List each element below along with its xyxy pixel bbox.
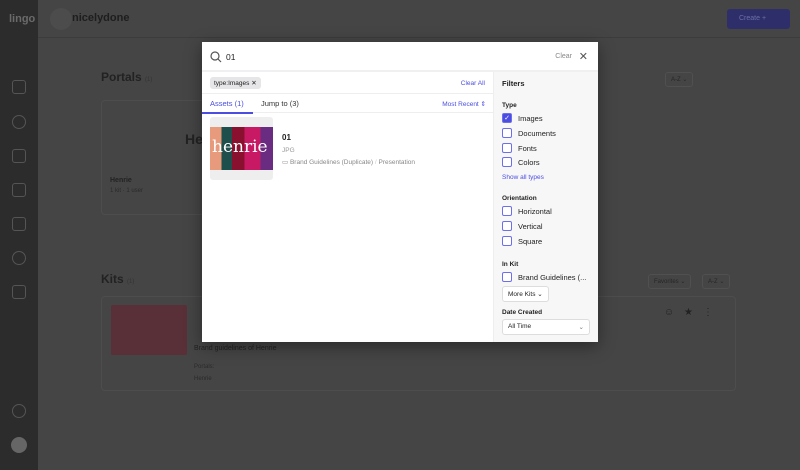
filter-chip-label: type:Images: [214, 80, 250, 87]
checkbox-square[interactable]: Square: [502, 236, 542, 246]
more-kits-dropdown[interactable]: More Kits ⌄: [502, 286, 549, 302]
portals-count: (1): [145, 77, 153, 83]
kits-heading: Kits (1): [101, 272, 134, 286]
kits-icon[interactable]: [12, 149, 26, 163]
remove-chip-icon[interactable]: ✕: [251, 80, 256, 87]
result-thumbnail: henrie: [210, 117, 273, 180]
checkbox-label: Square: [518, 236, 543, 246]
result-title: 01: [282, 133, 291, 142]
help-icon[interactable]: [12, 404, 26, 418]
billing-icon[interactable]: [12, 285, 26, 299]
portals-title: Portals: [101, 70, 142, 84]
date-value: All Time: [508, 323, 532, 330]
thumbnail-text: henrie: [212, 137, 268, 157]
checkbox-icon[interactable]: [502, 221, 512, 231]
sort-dropdown[interactable]: Most Recent ⇕: [442, 100, 486, 108]
kit-portal-tag[interactable]: Henrie: [194, 376, 212, 382]
kit-icon: ▭: [282, 159, 289, 166]
kit-thumbnail: [111, 305, 187, 355]
portals-heading: Portals (1): [101, 70, 152, 84]
search-modal: 01 Clear ✕ type:Images ✕ Clear All Asset…: [202, 42, 598, 342]
kits-count: (1): [127, 279, 135, 285]
clear-all-button[interactable]: Clear All: [461, 80, 485, 87]
kits-filter[interactable]: Favorites ⌄: [648, 274, 692, 289]
checkbox-brand-guidelines[interactable]: Brand Guidelines (...: [502, 272, 586, 282]
checkbox-label: Brand Guidelines (...: [518, 272, 587, 282]
checkbox-colors[interactable]: Colors: [502, 157, 540, 167]
logo: lingo: [9, 13, 36, 25]
result-path: ▭ Brand Guidelines (Duplicate) / Present…: [282, 158, 415, 166]
tab-assets[interactable]: Assets (1): [202, 99, 253, 114]
active-filters: type:Images ✕ Clear All: [202, 72, 493, 94]
avatar[interactable]: [11, 437, 27, 453]
checkbox-documents[interactable]: Documents: [502, 128, 556, 138]
checkbox-icon[interactable]: [502, 272, 512, 282]
more-icon[interactable]: ⋮: [703, 307, 723, 318]
portal-meta: 1 kit · 1 user: [110, 188, 144, 194]
kits-sort[interactable]: A-Z ⌄: [702, 274, 731, 289]
result-item[interactable]: henrie 01 JPG ▭ Brand Guidelines (Duplic…: [210, 117, 490, 181]
org-name: nicelydone: [72, 12, 130, 24]
clear-search-button[interactable]: Clear: [555, 53, 572, 60]
kit-description: Brand guidelines of Henrie: [194, 345, 277, 352]
search-icon[interactable]: [12, 115, 26, 129]
checkbox-vertical[interactable]: Vertical: [502, 221, 543, 231]
checkbox-label: Fonts: [518, 143, 537, 153]
tab-jump-to[interactable]: Jump to (3): [261, 99, 299, 108]
search-input[interactable]: 01: [226, 52, 235, 62]
path-separator: /: [374, 159, 377, 166]
result-section: Presentation: [378, 159, 416, 166]
star-icon[interactable]: ★: [684, 307, 703, 318]
portal-preview: He: [185, 131, 203, 147]
orientation-label: Orientation: [502, 195, 537, 202]
chevron-down-icon: ⌄: [578, 324, 584, 331]
filters-panel: Filters Type ✓ Images Documents Fonts Col…: [493, 72, 598, 342]
checkbox-icon[interactable]: [502, 143, 512, 153]
checkbox-icon[interactable]: [502, 206, 512, 216]
checkbox-images[interactable]: ✓ Images: [502, 113, 543, 123]
result-type: JPG: [282, 147, 295, 154]
result-kit: Brand Guidelines (Duplicate): [289, 159, 374, 166]
portal-name: Henrie: [110, 177, 132, 184]
result-tabs: Assets (1) Jump to (3) Most Recent ⇕: [202, 94, 493, 114]
search-icon: [210, 51, 222, 63]
checkbox-label: Horizontal: [518, 206, 552, 216]
share-icon[interactable]: ☺: [664, 307, 684, 318]
analytics-icon[interactable]: [12, 217, 26, 231]
portals-sort[interactable]: A-Z ⌄: [665, 72, 694, 87]
checkbox-fonts[interactable]: Fonts: [502, 143, 537, 153]
date-created-select[interactable]: All Time ⌄: [502, 319, 590, 335]
home-icon[interactable]: [12, 80, 26, 94]
checkbox-icon[interactable]: [502, 236, 512, 246]
checkbox-icon[interactable]: [502, 128, 512, 138]
checkbox-label: Documents: [518, 128, 556, 138]
settings-icon[interactable]: [12, 251, 26, 265]
filter-chip[interactable]: type:Images ✕: [210, 77, 261, 89]
type-label: Type: [502, 102, 517, 109]
checkbox-label: Vertical: [518, 221, 543, 231]
close-icon[interactable]: ✕: [579, 50, 588, 63]
kits-title: Kits: [101, 272, 124, 286]
users-icon[interactable]: [12, 183, 26, 197]
kit-actions[interactable]: ☺★⋮: [664, 307, 723, 318]
checkbox-horizontal[interactable]: Horizontal: [502, 206, 552, 216]
create-button[interactable]: Create +: [727, 9, 790, 29]
results-pane: type:Images ✕ Clear All Assets (1) Jump …: [202, 72, 493, 342]
sidebar: lingo: [0, 0, 38, 470]
checkbox-checked-icon[interactable]: ✓: [502, 113, 512, 123]
kit-portals-label: Portals:: [194, 364, 215, 370]
filters-title: Filters: [502, 79, 525, 88]
search-bar: 01 Clear ✕: [202, 42, 598, 72]
show-all-types-link[interactable]: Show all types: [502, 174, 544, 181]
org-icon: [50, 8, 72, 30]
date-created-label: Date Created: [502, 309, 543, 316]
topbar: nicelydone Create +: [38, 0, 800, 38]
checkbox-icon[interactable]: [502, 157, 512, 167]
checkbox-label: Colors: [518, 157, 540, 167]
in-kit-label: In Kit: [502, 261, 519, 268]
checkbox-label: Images: [518, 113, 543, 123]
